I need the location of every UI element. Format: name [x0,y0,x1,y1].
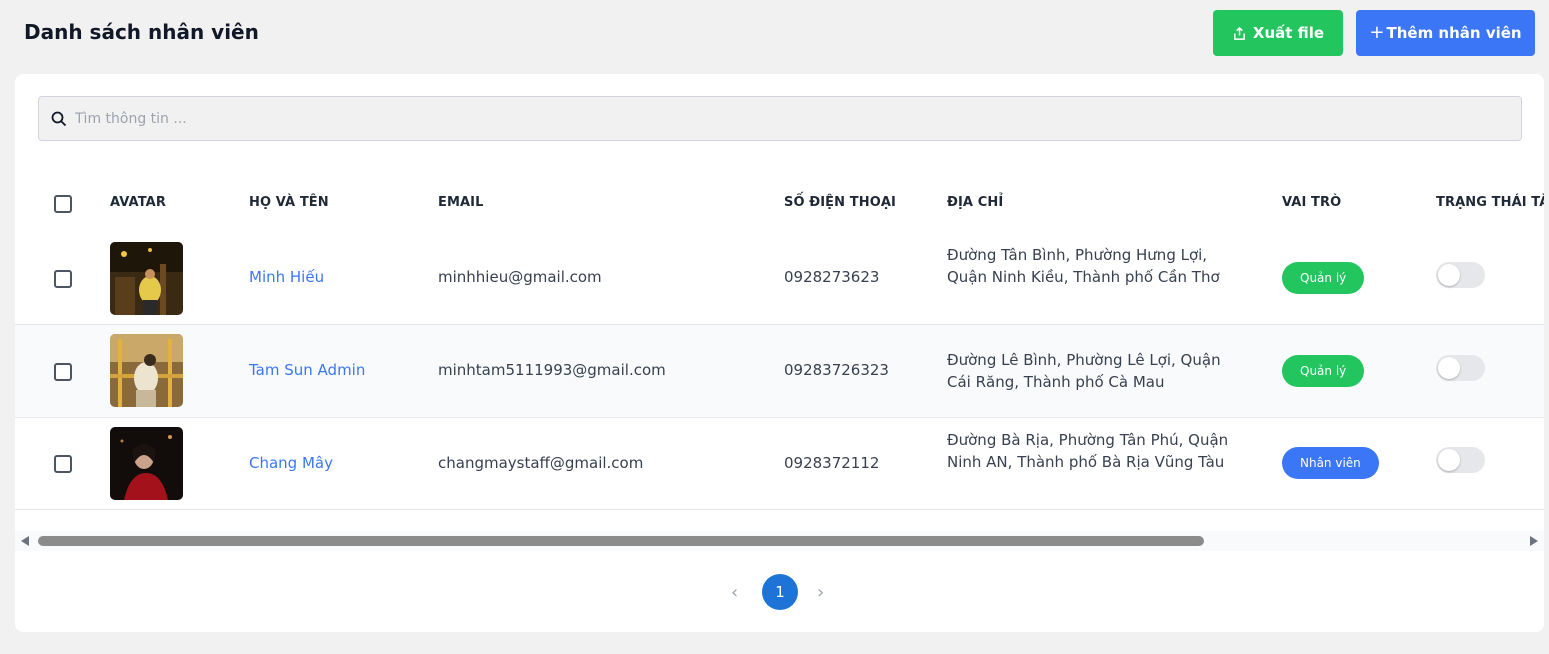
export-file-button[interactable]: Xuất file [1213,10,1343,56]
avatar [110,334,183,407]
status-toggle[interactable] [1436,355,1485,381]
next-page-icon[interactable]: › [817,582,824,603]
employee-phone: 09283726323 [784,361,889,379]
table-row[interactable]: Chang Mây changmaystaff@gmail.com 092837… [15,418,1544,510]
column-header-name: HỌ VÀ TÊN [249,195,329,210]
row-checkbox[interactable] [54,363,72,381]
status-toggle[interactable] [1436,447,1485,473]
status-toggle[interactable] [1436,262,1485,288]
employee-email: minhtam5111993@gmail.com [438,361,666,379]
previous-page-icon[interactable]: ‹ [731,582,738,603]
search-icon [51,111,67,127]
employee-name-link[interactable]: Minh Hiếu [249,268,324,286]
employee-email: minhhieu@gmail.com [438,268,602,286]
row-checkbox[interactable] [54,455,72,473]
export-icon [1232,26,1247,41]
role-badge: Quản lý [1282,355,1365,387]
employee-address: Đường Bà Rịa, Phường Tân Phú, Quận Ninh … [947,431,1229,471]
employee-address: Đường Tân Bình, Phường Hưng Lợi, Quận Ni… [947,246,1220,286]
role-badge: Quản lý [1282,262,1365,294]
column-header-avatar: AVATAR [110,195,166,210]
column-header-status: TRẠNG THÁI TÀ [1436,195,1544,210]
column-header-email: EMAIL [438,195,484,210]
page-title: Danh sách nhân viên [24,20,259,44]
column-header-role: VAI TRÒ [1282,195,1342,210]
add-employee-button[interactable]: + Thêm nhân viên [1356,10,1535,56]
page-button-current[interactable]: 1 [762,574,798,610]
table-row[interactable]: Minh Hiếu minhhieu@gmail.com 0928273623 … [15,232,1544,325]
employee-phone: 0928372112 [784,454,880,472]
role-badge: Nhân viên [1282,447,1379,479]
avatar [110,242,183,315]
scrollbar-thumb[interactable] [38,536,1204,546]
horizontal-scrollbar[interactable] [15,531,1544,551]
employee-table-card: AVATAR HỌ VÀ TÊN EMAIL SỐ ĐIỆN THOẠI ĐỊA… [15,74,1544,632]
toggle-knob [1438,449,1460,471]
employee-phone: 0928273623 [784,268,880,286]
row-checkbox[interactable] [54,270,72,288]
scroll-right-arrow-icon[interactable] [1530,536,1538,546]
pagination: ‹ 1 › [15,574,1544,610]
employee-name-link[interactable]: Chang Mây [249,454,333,472]
scroll-left-arrow-icon[interactable] [21,536,29,546]
avatar [110,427,183,500]
employee-address: Đường Lê Bình, Phường Lê Lợi, Quận Cái R… [947,351,1221,391]
select-all-checkbox[interactable] [54,195,72,213]
toggle-knob [1438,264,1460,286]
add-employee-label: Thêm nhân viên [1386,24,1522,42]
employee-email: changmaystaff@gmail.com [438,454,644,472]
column-header-address: ĐỊA CHỈ [947,195,1004,210]
toggle-knob [1438,357,1460,379]
column-header-phone: SỐ ĐIỆN THOẠI [784,195,896,210]
search-box [38,96,1522,141]
plus-icon: + [1369,22,1385,43]
employee-name-link[interactable]: Tam Sun Admin [249,361,365,379]
table-row[interactable]: Tam Sun Admin minhtam5111993@gmail.com 0… [15,325,1544,418]
export-file-label: Xuất file [1252,24,1325,42]
search-input[interactable] [75,110,1475,127]
